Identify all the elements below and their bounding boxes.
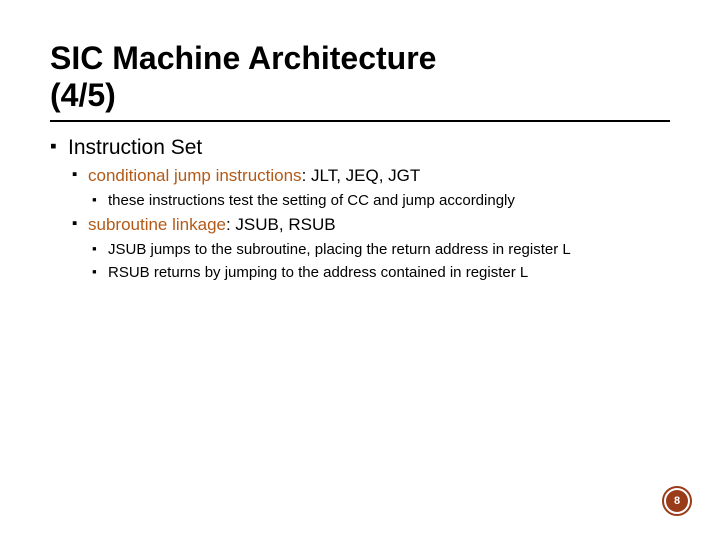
- item1-rest: : JLT, JEQ, JGT: [302, 166, 421, 185]
- page-number-badge: 8: [662, 486, 692, 516]
- slide-title: SIC Machine Architecture (4/5): [50, 40, 670, 114]
- badge-inner: 8: [666, 490, 688, 512]
- slide: SIC Machine Architecture (4/5) Instructi…: [0, 0, 720, 281]
- page-number: 8: [674, 495, 680, 507]
- bullet-list-lvl3: these instructions test the setting of C…: [88, 192, 670, 209]
- lvl1-heading: Instruction Set: [68, 136, 202, 159]
- list-item: RSUB returns by jumping to the address c…: [92, 264, 670, 281]
- item2-accent: subroutine linkage: [88, 215, 226, 234]
- item2-sub2: RSUB returns by jumping to the address c…: [108, 264, 528, 281]
- item2-sub1: JSUB jumps to the subroutine, placing th…: [108, 241, 571, 258]
- bullet-list-lvl2: conditional jump instructions: JLT, JEQ,…: [68, 166, 670, 281]
- list-item: conditional jump instructions: JLT, JEQ,…: [72, 166, 670, 209]
- list-item: JSUB jumps to the subroutine, placing th…: [92, 241, 670, 258]
- list-item: subroutine linkage: JSUB, RSUB JSUB jump…: [72, 215, 670, 281]
- title-line-1: SIC Machine Architecture: [50, 40, 436, 76]
- title-underline: [50, 120, 670, 122]
- item1-sub1: these instructions test the setting of C…: [108, 192, 515, 209]
- bullet-list-lvl3: JSUB jumps to the subroutine, placing th…: [88, 241, 670, 281]
- list-item: these instructions test the setting of C…: [92, 192, 670, 209]
- item1-accent: conditional jump instructions: [88, 166, 302, 185]
- title-line-2: (4/5): [50, 77, 116, 113]
- item2-rest: : JSUB, RSUB: [226, 215, 336, 234]
- bullet-list-lvl1: Instruction Set conditional jump instruc…: [50, 136, 670, 281]
- list-item: Instruction Set conditional jump instruc…: [50, 136, 670, 281]
